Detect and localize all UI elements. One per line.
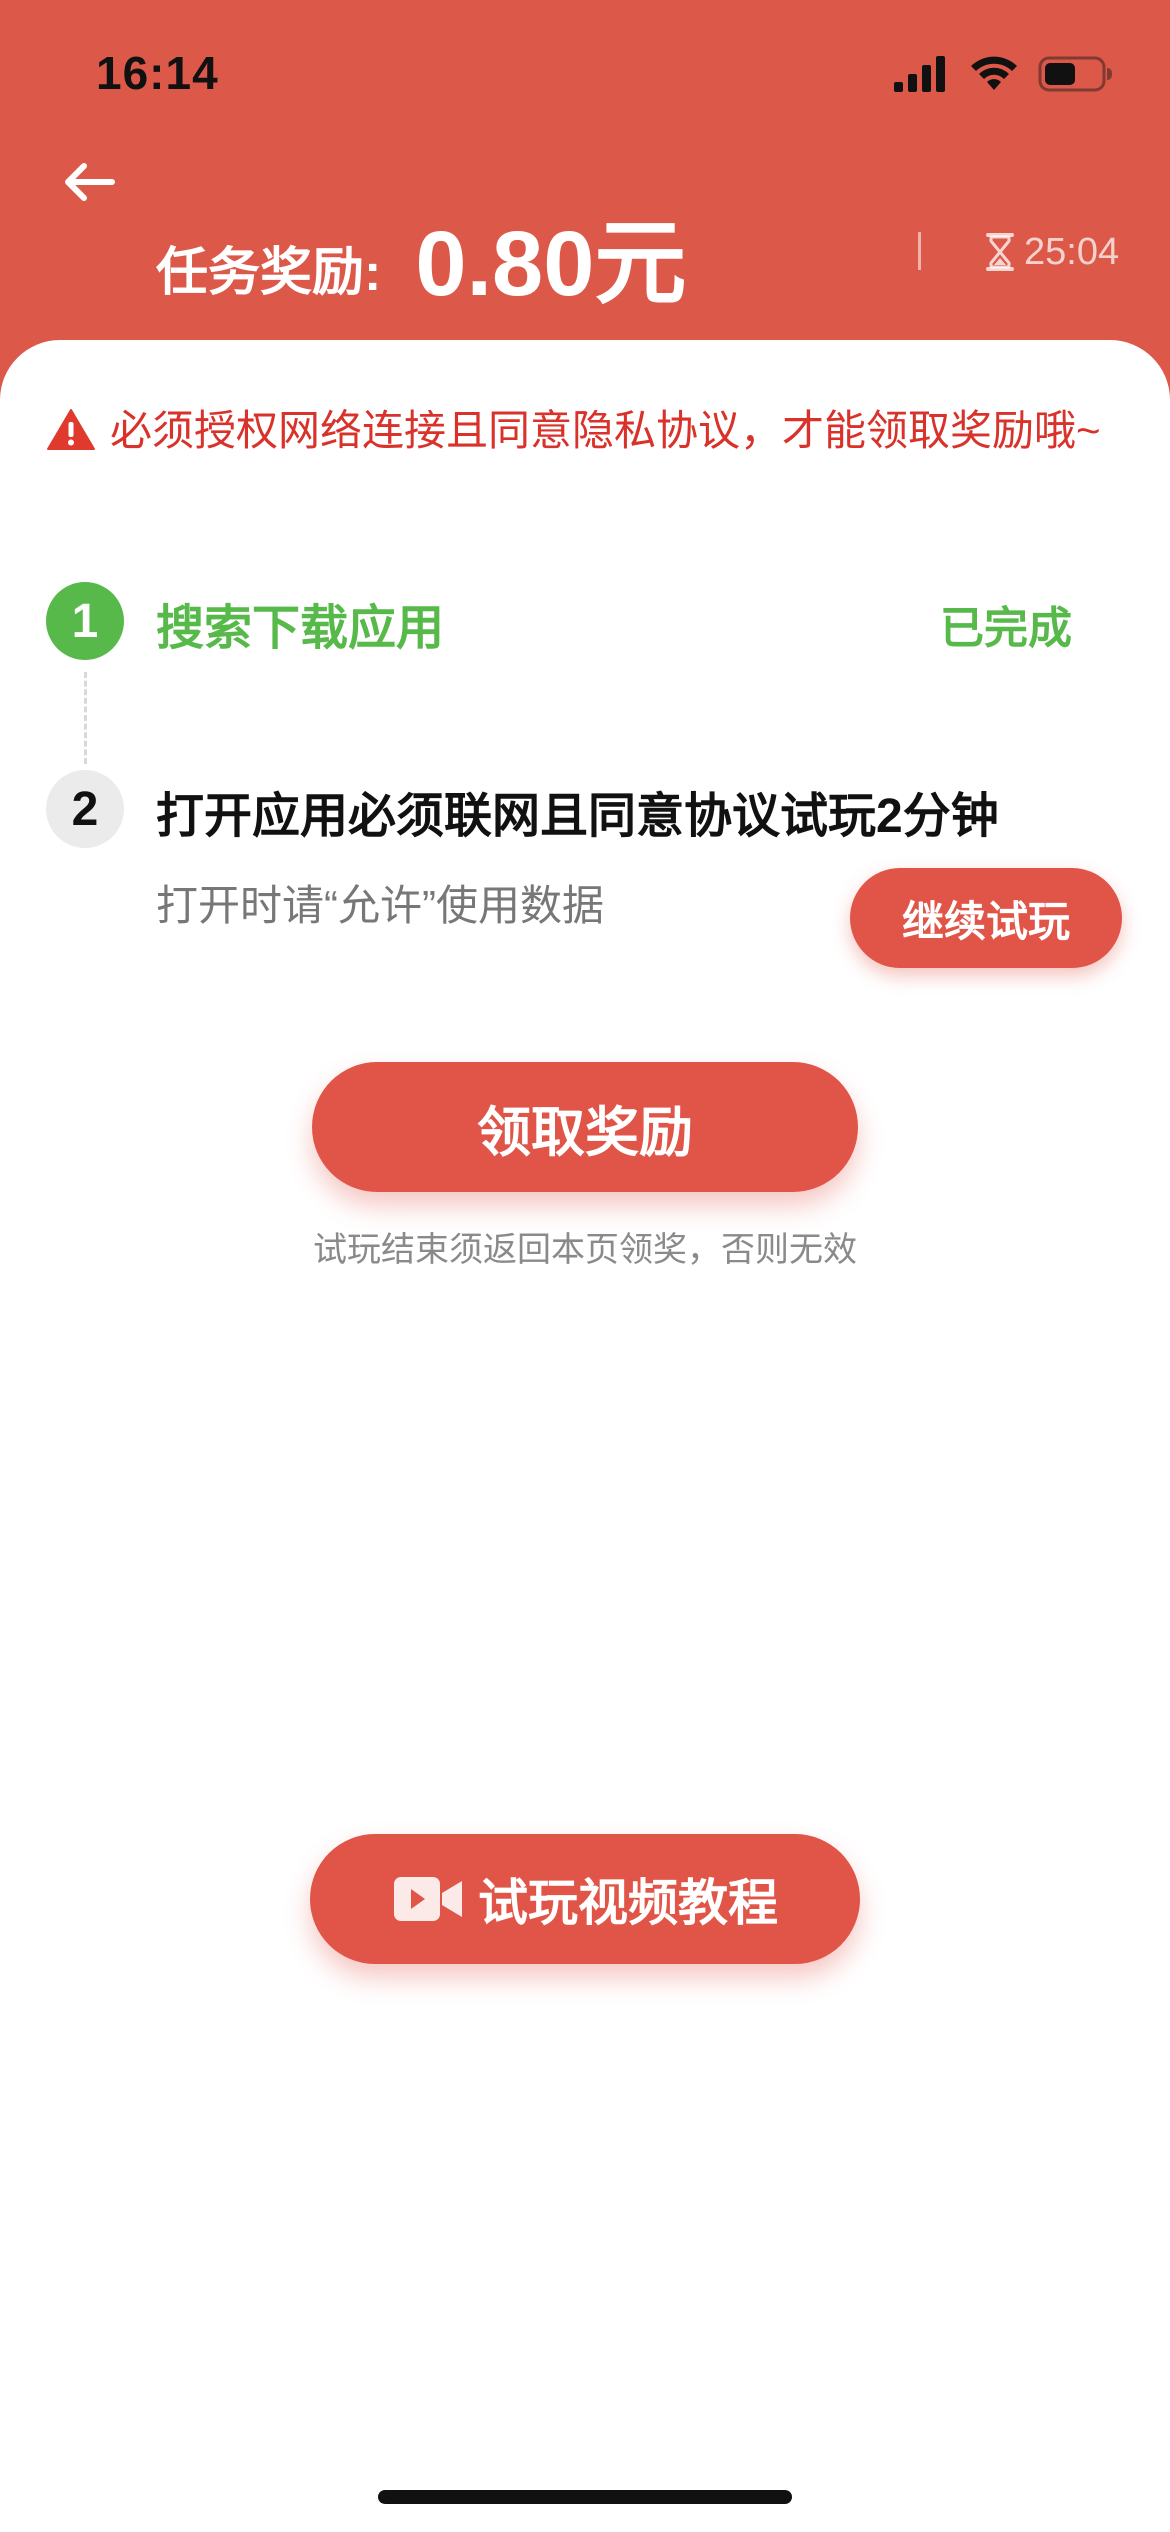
step-2-title: 打开应用必须联网且同意协议试玩2分钟	[156, 790, 999, 843]
step-2-description: 打开时请“允许”使用数据	[156, 882, 604, 929]
warning-text: 必须授权网络连接且同意隐私协议，才能领取奖励哦~	[110, 407, 1101, 454]
screen: 16:14 任务奖励: 0.80元 25:04 必须授权网络连接且同意隐私协议，…	[0, 0, 1170, 2532]
step-1-number: 1	[46, 582, 124, 660]
continue-trial-button[interactable]: 继续试玩	[850, 868, 1122, 968]
reward-amount: 0.80元	[415, 212, 687, 315]
wifi-icon	[971, 56, 1017, 90]
back-arrow-icon[interactable]	[56, 150, 120, 214]
reward-row: 任务奖励: 0.80元	[156, 200, 686, 315]
claim-note: 试玩结束须返回本页领奖，否则无效	[313, 1231, 857, 1269]
step-1-status: 已完成	[940, 604, 1072, 653]
warning-message: 必须授权网络连接且同意隐私协议，才能领取奖励哦~	[46, 398, 1126, 464]
signal-icon	[894, 56, 945, 92]
reward-label: 任务奖励:	[156, 243, 382, 302]
countdown-timer: 25:04	[984, 228, 1119, 276]
video-camera-icon	[394, 1877, 462, 1921]
home-indicator[interactable]	[378, 2490, 792, 2504]
video-tutorial-label: 试玩视频教程	[478, 1875, 778, 1931]
status-time: 16:14	[96, 47, 219, 99]
status-icons	[892, 52, 1114, 96]
step-connector	[84, 672, 87, 764]
claim-reward-button[interactable]: 领取奖励	[312, 1062, 858, 1192]
battery-icon	[1038, 56, 1112, 92]
hourglass-icon	[986, 233, 1014, 271]
video-tutorial-button[interactable]: 试玩视频教程	[310, 1834, 860, 1964]
step-2-number: 2	[46, 770, 124, 848]
status-bar: 16:14	[0, 0, 1170, 140]
content-card	[0, 340, 1170, 2532]
step-1-title: 搜索下载应用	[156, 602, 445, 655]
timer-text: 25:04	[1024, 230, 1120, 273]
warning-icon	[47, 409, 95, 450]
header-divider	[918, 232, 921, 270]
